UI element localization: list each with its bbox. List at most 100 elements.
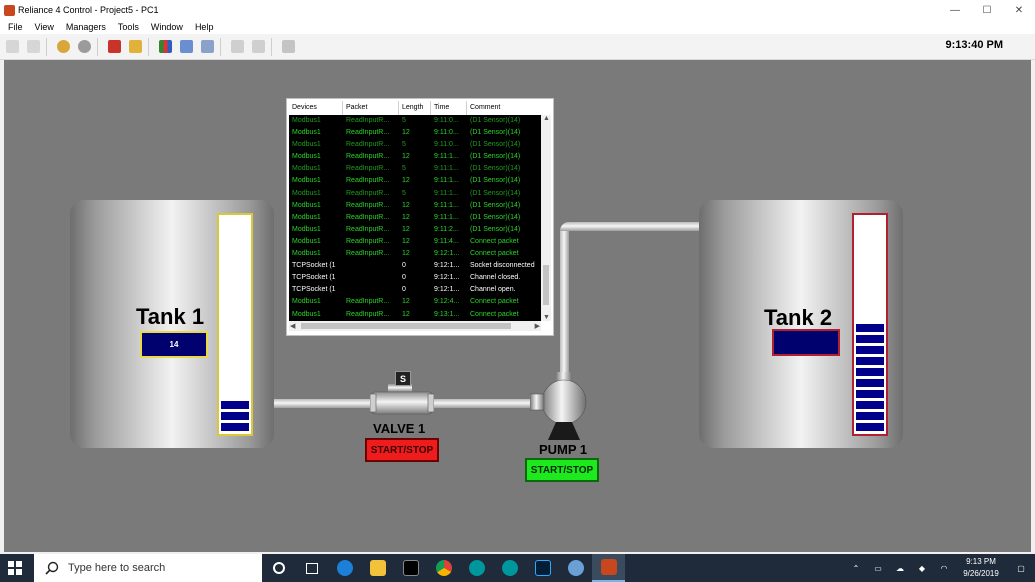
pipe-pump-riser	[560, 230, 569, 378]
pump-1-start-stop-button[interactable]: START/STOP	[525, 458, 599, 482]
report-icon	[179, 40, 193, 53]
taskbar-search-box[interactable]: Type here to search	[34, 554, 262, 582]
tray-date: 9/26/2019	[963, 569, 999, 578]
monitor-row[interactable]: TCPSocket (1 0 9:12:1... Channel closed.	[289, 272, 541, 284]
menu-view[interactable]: View	[29, 20, 60, 34]
monitor-row[interactable]: Modbus1 ReadInputR... 5 9:11:0... (D1 Sensor…	[289, 139, 541, 151]
toolbar-print-button[interactable]	[228, 38, 246, 56]
scroll-thumb[interactable]	[301, 323, 511, 329]
row-packet: ReadInputR...	[346, 153, 390, 161]
scroll-up-icon[interactable]: ▲	[543, 115, 550, 122]
tray-chevron-up-icon[interactable]: ⌃	[845, 564, 867, 573]
valve-1-start-stop-button[interactable]: START/STOP	[365, 438, 439, 462]
row-length: 0	[402, 262, 406, 270]
column-comment[interactable]: Comment	[467, 101, 541, 115]
action-center-icon[interactable]: ▢	[1007, 564, 1035, 573]
row-time: 9:11:2...	[434, 225, 459, 233]
menu-tools[interactable]: Tools	[112, 20, 145, 34]
row-length: 12	[402, 225, 410, 233]
toolbar-print-preview-button[interactable]	[198, 38, 216, 56]
row-packet: ReadInputR...	[346, 189, 390, 197]
monitor-row[interactable]: Modbus1 ReadInputR... 12 9:11:1... (D1 Senso…	[289, 200, 541, 212]
column-time[interactable]: Time	[431, 101, 467, 115]
monitor-row[interactable]: TCPSocket (1 0 9:12:1... Socket disconnecte…	[289, 260, 541, 272]
menu-managers[interactable]: Managers	[60, 20, 112, 34]
tray-cloud-icon[interactable]: ☁	[889, 564, 911, 573]
taskbar-photoshop[interactable]	[526, 554, 559, 582]
row-device: Modbus1	[292, 141, 321, 149]
column-devices[interactable]: Devices	[289, 101, 343, 115]
monitor-row[interactable]: Modbus1 ReadInputR... 12 9:11:1... (D1 Senso…	[289, 212, 541, 224]
monitor-rows: Modbus1 ReadInputR... 5 9:11:0... (D1 Sensor…	[289, 115, 541, 321]
taskbar-edge[interactable]	[328, 554, 361, 582]
minimize-button[interactable]: —	[939, 0, 971, 20]
monitor-row[interactable]: Modbus1 ReadInputR... 5 9:11:1... (D1 Sensor…	[289, 188, 541, 200]
monitor-row[interactable]: Modbus1 ReadInputR... 12 9:11:1... (D1 Senso…	[289, 175, 541, 187]
scroll-down-icon[interactable]: ▼	[543, 314, 550, 321]
column-length[interactable]: Length	[399, 101, 431, 115]
monitor-row[interactable]: TCPSocket (1 0 9:12:1... Channel open.	[289, 284, 541, 296]
monitor-horizontal-scrollbar[interactable]: ◀ ▶	[289, 321, 541, 331]
row-length: 12	[402, 310, 410, 318]
row-length: 12	[402, 237, 410, 245]
row-time: 9:12:1...	[434, 262, 460, 270]
monitor-row[interactable]: Modbus1 ReadInputR... 12 9:11:0... (D1 Senso…	[289, 127, 541, 139]
toolbar-back-button[interactable]	[3, 38, 21, 56]
toolbar-reports-button[interactable]	[177, 38, 195, 56]
toolbar-separator	[46, 37, 47, 56]
menu-file[interactable]: File	[0, 20, 29, 34]
maximize-button[interactable]: ☐	[971, 0, 1003, 20]
taskbar-arduino-2[interactable]	[493, 554, 526, 582]
monitor-row[interactable]: Modbus1 ReadInputR... 5 9:11:1... (D1 Sensor…	[289, 163, 541, 175]
monitor-row[interactable]: Modbus1 ReadInputR... 12 9:12:1... Connect p…	[289, 248, 541, 260]
close-button[interactable]: ✕	[1003, 0, 1035, 20]
toolbar-login-button[interactable]	[54, 38, 72, 56]
scroll-thumb[interactable]	[543, 265, 549, 305]
taskbar: Type here to search ⌃ ▭ ☁ ◆ ◠ 9:13 PM 9/…	[0, 554, 1035, 582]
taskbar-arduino-1[interactable]	[460, 554, 493, 582]
row-packet	[343, 272, 399, 284]
pump-1-symbol[interactable]	[530, 372, 590, 442]
toolbar-trends-button[interactable]	[156, 38, 174, 56]
pipe-valve-pump	[430, 399, 538, 408]
user-login-icon	[56, 40, 70, 53]
monitor-row[interactable]: Modbus1 ReadInputR... 12 9:11:2... (D1 Senso…	[289, 224, 541, 236]
column-packet[interactable]: Packet	[343, 101, 399, 115]
tray-clock[interactable]: 9:13 PM 9/26/2019	[955, 556, 1007, 580]
taskbar-reliance[interactable]	[592, 554, 625, 582]
taskbar-file-explorer[interactable]	[361, 554, 394, 582]
monitor-vertical-scrollbar[interactable]: ▲ ▼	[541, 115, 551, 321]
taskbar-app[interactable]	[559, 554, 592, 582]
toolbar-forward-button[interactable]	[24, 38, 42, 56]
tray-network-device-icon[interactable]: ▭	[867, 564, 889, 573]
monitor-row[interactable]: Modbus1 ReadInputR... 12 9:12:4... Connect p…	[289, 296, 541, 308]
monitor-row[interactable]: Modbus1 ReadInputR... 12 9:11:4... Connect p…	[289, 236, 541, 248]
toolbar-logout-button[interactable]	[75, 38, 93, 56]
toolbar-alarms-button[interactable]	[105, 38, 123, 56]
menu-window[interactable]: Window	[145, 20, 189, 34]
menu-help[interactable]: Help	[189, 20, 220, 34]
scroll-left-icon[interactable]: ◀	[290, 322, 295, 330]
task-view-button[interactable]	[295, 554, 328, 582]
start-button[interactable]	[0, 554, 30, 582]
tray-dropbox-icon[interactable]: ◆	[911, 564, 933, 573]
packet-monitor[interactable]: Devices Packet Length Time Comment Modbu…	[286, 98, 554, 336]
row-comment: Connect packet	[470, 237, 519, 245]
toolbar-alarm-ack-button[interactable]	[126, 38, 144, 56]
row-length: 5	[402, 165, 406, 173]
cortana-button[interactable]	[262, 554, 295, 582]
toolbar-settings-button[interactable]	[279, 38, 297, 56]
row-device: Modbus1	[292, 250, 321, 258]
row-device: TCPSocket (1	[292, 274, 336, 282]
reliance-icon	[600, 559, 617, 575]
monitor-row[interactable]: Modbus1 ReadInputR... 12 9:11:1... (D1 Senso…	[289, 151, 541, 163]
scroll-right-icon[interactable]: ▶	[535, 322, 540, 330]
taskbar-chrome[interactable]	[427, 554, 460, 582]
tray-wifi-icon[interactable]: ◠	[933, 564, 955, 573]
monitor-header: Devices Packet Length Time Comment	[289, 101, 541, 115]
taskbar-terminal[interactable]	[394, 554, 427, 582]
monitor-row[interactable]: Modbus1 ReadInputR... 5 9:11:0... (D1 Sensor…	[289, 115, 541, 127]
toolbar-print-all-button[interactable]	[249, 38, 267, 56]
row-time: 9:12:1...	[434, 250, 460, 258]
monitor-row[interactable]: Modbus1 ReadInputR... 12 9:13:1... Connect p…	[289, 309, 541, 321]
